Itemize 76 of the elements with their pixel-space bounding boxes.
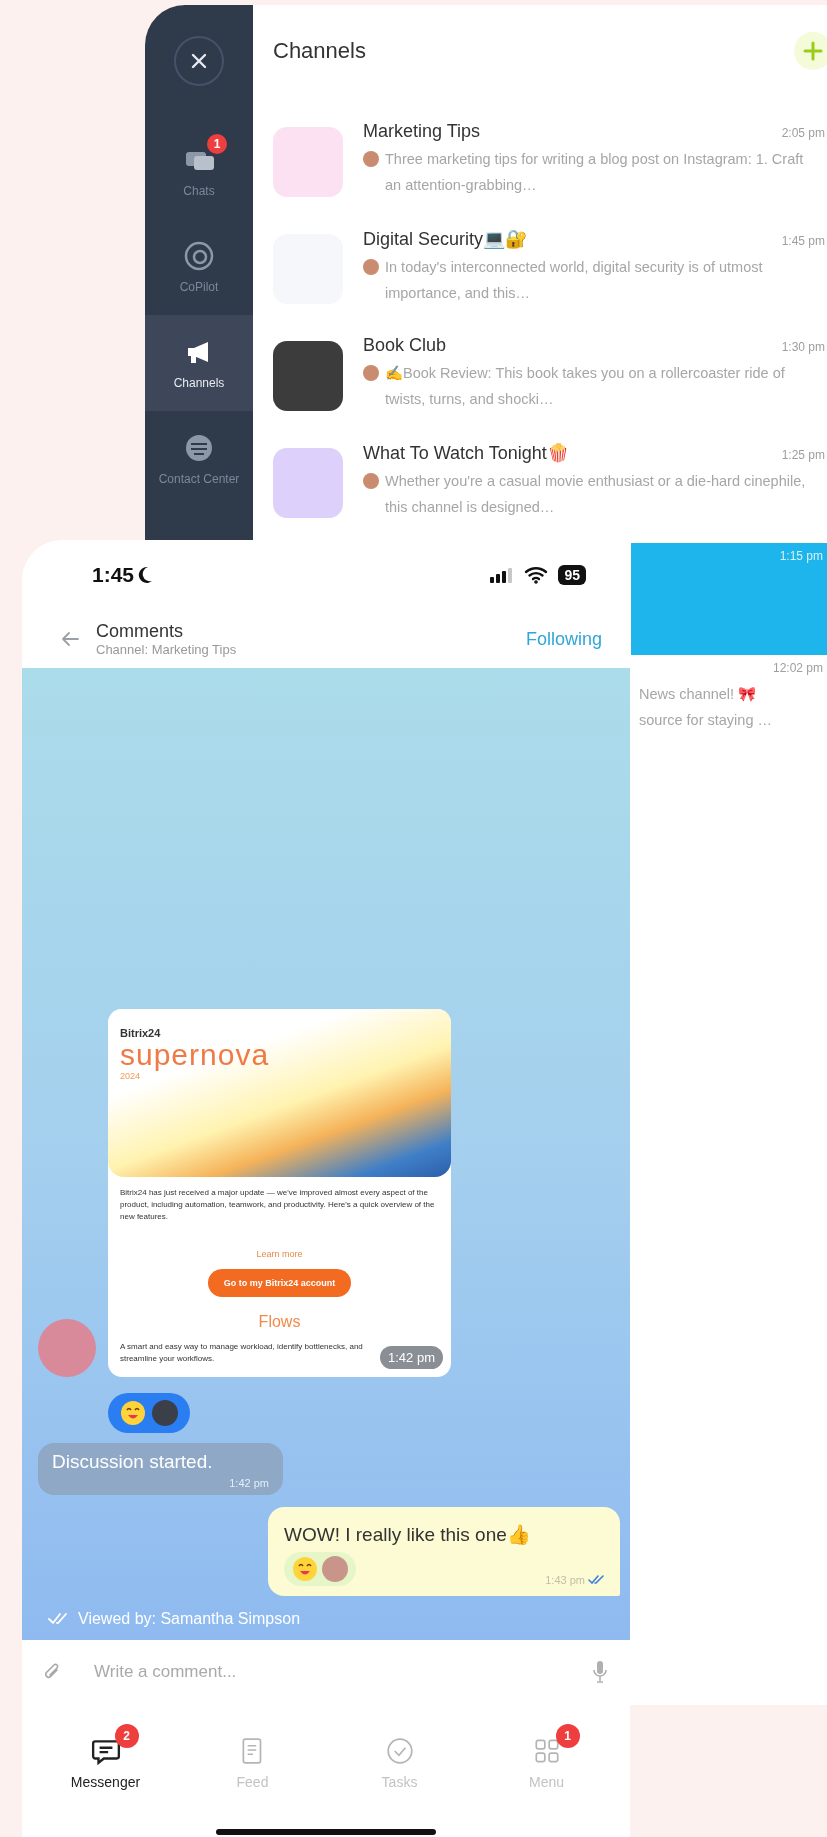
learn-more-link[interactable]: Learn more [246, 1245, 313, 1263]
timestamp: 1:42 pm [229, 1477, 269, 1489]
author-avatar [363, 259, 379, 275]
tab[interactable]: 2 Messenger [50, 1722, 161, 1790]
channel-row[interactable]: 1:15 pm [631, 543, 827, 655]
channel-row[interactable]: Book Club 1:30 pm ✍Book Review: This book takes you on a rollercoaster ride of twists, turns, and shocki… [253, 329, 827, 436]
timestamp: 12:02 pm [772, 661, 823, 675]
message-preview: Three marketing tips for writing a blog post on Instagram: 1. Craft an attention-grabbing… [385, 150, 805, 195]
card-text: Bitrix24 has just received a major update — we've improved almost every aspect of the product, including automation, teamwork, and productivity. Here's a quick overview of the new features. [120, 1187, 436, 1223]
double-check-icon [48, 1613, 70, 1625]
author-avatar [363, 365, 379, 381]
notification-badge: 1 [207, 134, 227, 154]
channel-name: Marketing Tips [363, 121, 481, 142]
clock: 1:45 [92, 563, 135, 587]
banner-headline: supernova [120, 1039, 270, 1071]
notification-badge: 2 [114, 1724, 139, 1748]
timestamp: 1:15 pm [779, 549, 823, 563]
tab[interactable]: Feed [197, 1722, 308, 1790]
author-avatar [363, 151, 379, 167]
channel-name: Book Club [363, 335, 447, 356]
screen-title: Comments [96, 621, 185, 642]
plus-icon[interactable] [793, 31, 827, 71]
channel-avatar [273, 448, 343, 518]
account-button[interactable]: Go to my Bitrix24 account [207, 1269, 352, 1297]
channel-name: Digital Security💻🔐 [363, 228, 528, 250]
panel-title: Channels [273, 38, 366, 64]
message-preview: ✍Book Review: This book takes you on a rollercoaster ride of twists, turns, and shocki… [385, 364, 786, 409]
reaction-pill[interactable] [108, 1393, 190, 1433]
sidebar-item[interactable]: Contact Center [145, 411, 253, 507]
reaction-icon [292, 1556, 318, 1582]
channel-name: What To Watch Tonight🍿 [363, 442, 569, 464]
microphone-icon[interactable] [592, 1660, 608, 1684]
back-arrow-icon[interactable] [60, 631, 80, 647]
timestamp: 1:30 pm [781, 340, 825, 354]
following-button[interactable]: Following [525, 624, 602, 654]
timestamp: 1:25 pm [781, 448, 825, 462]
reaction-icon [120, 1400, 146, 1426]
channel-row[interactable]: Marketing Tips 2:05 pm Three marketing tips for writing a blog post on Instagram: 1. Craft an attention-grabbing… [253, 115, 827, 222]
channel-avatar [273, 127, 343, 197]
screen-subtitle: Channel: Marketing Tips [96, 642, 238, 657]
author-avatar [363, 473, 379, 489]
brand-name: Bitrix24 [120, 1027, 162, 1039]
sidebar-item[interactable]: 1 Chats [145, 123, 253, 219]
notification-badge: 1 [555, 1724, 580, 1748]
section-heading: Flows [258, 1313, 301, 1331]
message-preview: News channel! 🎀 [639, 685, 758, 704]
close-icon[interactable] [173, 35, 225, 87]
banner-year: 2024 [120, 1071, 142, 1081]
message-text: Discussion started. [52, 1451, 214, 1473]
timestamp: 1:43 pm [545, 1574, 585, 1586]
channel-avatar [273, 341, 343, 411]
timestamp: 2:05 pm [781, 126, 825, 140]
channel-row[interactable]: What To Watch Tonight🍿 1:25 pm Whether you're a casual movie enthusiast or a die-hard cinephile, this channel is designed… [253, 436, 827, 543]
viewed-by-label: Viewed by: Samantha Simpson [78, 1610, 301, 1628]
message-text: WOW! I really like this one👍 [284, 1523, 532, 1546]
reactor-avatar [322, 1556, 348, 1582]
battery-indicator: 95 [558, 565, 586, 585]
timestamp: 1:45 pm [781, 234, 825, 248]
comment-field[interactable]: Write a comment... [92, 1661, 562, 1683]
sidebar-item[interactable]: Channels [145, 315, 253, 411]
message-preview: source for staying … [639, 711, 773, 730]
channel-row[interactable]: 12:02 pm News channel! 🎀 source for staying … [631, 655, 827, 762]
timestamp: 1:42 pm [380, 1346, 443, 1369]
card-text: A smart and easy way to manage workload, identify bottlenecks, and streamline your workflows. [120, 1341, 364, 1365]
reactor-avatar [152, 1400, 178, 1426]
signal-icon [490, 567, 515, 583]
message-preview: In today's interconnected world, digital security is of utmost importance, and this… [385, 258, 764, 303]
wifi-icon [524, 566, 549, 584]
globe-icon [183, 432, 215, 464]
moon-icon [137, 566, 154, 584]
channel-row[interactable]: Digital Security💻🔐 1:45 pm In today's interconnected world, digital security is of utmost importance, and this… [253, 222, 827, 329]
tab[interactable]: 1 Menu [491, 1722, 602, 1790]
message-preview: Whether you're a casual movie enthusiast or a die-hard cinephile, this channel is designed… [385, 472, 807, 517]
check-circle-icon [384, 1736, 415, 1766]
tab[interactable]: Tasks [344, 1722, 455, 1790]
sidebar-item[interactable]: CoPilot [145, 219, 253, 315]
